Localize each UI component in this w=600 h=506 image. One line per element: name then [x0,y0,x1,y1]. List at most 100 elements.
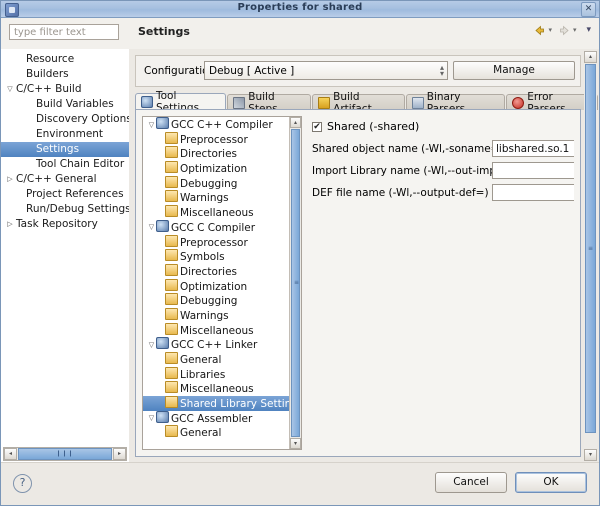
tool-tree-item-gcc-c-linker[interactable]: ▽ GCC C++ Linker [143,337,290,352]
scrollbar-thumb[interactable]: ≡ [585,64,596,433]
field-input[interactable] [492,184,574,201]
back-arrow-icon[interactable] [533,24,546,37]
manage-configurations-button[interactable]: Manage Configurations... [453,61,575,80]
tool-tree-item-debugging[interactable]: Debugging [143,175,290,191]
tab-build-artifact[interactable]: Build Artifact [312,91,405,115]
sidebar-item-label: C/C++ General [16,173,97,185]
tool-tree-item-label: Directories [180,265,238,278]
tool-settings-panel: ▽ GCC C++ Compiler Preprocessor Directories… [135,109,581,457]
tool-tree-item-warnings[interactable]: Warnings [143,190,290,205]
tool-tree-item-label: GCC Assembler [171,412,253,425]
tab-build-steps[interactable]: Build Steps [227,91,312,115]
tool-tree-item-gcc-c-compiler[interactable]: ▽ GCC C++ Compiler [143,117,290,132]
form-row: DEF file name (-Wl,--output-def=) [312,184,574,203]
folder-icon [165,352,178,364]
field-input[interactable]: libshared.so.1 [492,140,574,157]
tool-tree-item-preprocessor[interactable]: Preprocessor [143,131,290,147]
folder-icon [165,381,178,394]
scrollbar-thumb[interactable]: ❙❙❙ [18,448,112,460]
expand-twisty-icon[interactable]: ▽ [5,82,15,97]
tool-tree-item-label: General [180,354,222,366]
tool-tree-item-directories[interactable]: Directories [143,263,290,279]
cancel-button[interactable]: Cancel [435,472,507,493]
sidebar-item-settings[interactable]: Settings [1,142,129,157]
sidebar-horizontal-scrollbar[interactable]: ◂ ❙❙❙ ▸ [3,447,127,461]
expand-twisty-icon[interactable]: ▷ [5,172,15,187]
tool-tree-item-optimization[interactable]: Optimization [143,278,290,294]
expand-twisty-icon[interactable]: ▽ [147,118,156,133]
scroll-right-icon[interactable]: ▸ [113,448,126,460]
expand-twisty-icon[interactable]: ▷ [5,217,15,232]
field-input[interactable] [492,162,574,179]
tool-tree-vertical-scrollbar[interactable]: ▴ ≡ ▾ [289,117,301,449]
tool-tree-item-gcc-c-compiler[interactable]: ▽ GCC C Compiler [143,219,290,235]
tool-tree-item-warnings[interactable]: Warnings [143,307,290,323]
scroll-up-icon[interactable]: ▴ [290,117,301,128]
tool-tree-item-miscellaneous[interactable]: Miscellaneous [143,381,290,396]
tool-tree-item-debugging[interactable]: Debugging [143,293,290,308]
tool-tree-item-label: Preprocessor [180,236,248,249]
scroll-down-icon[interactable]: ▾ [290,438,301,449]
tool-tree-item-symbols[interactable]: Symbols [143,249,290,264]
sidebar-item-run-debug-settings[interactable]: Run/Debug Settings [1,202,129,217]
tool-tree-item-general[interactable]: General [143,352,290,367]
tool-tree-item-label: GCC C++ Compiler [171,119,273,131]
tool-tree-item-miscellaneous[interactable]: Miscellaneous [143,322,290,338]
sidebar-item-environment[interactable]: Environment [1,127,129,142]
expand-twisty-icon[interactable]: ▽ [147,338,156,353]
scroll-left-icon[interactable]: ◂ [4,448,17,460]
tool-settings-icon [141,95,153,108]
spinner-down-icon[interactable]: ▾ [440,70,444,78]
configuration-combo[interactable]: Debug [ Active ] ▴ ▾ [204,61,448,80]
sidebar-item-task-repository[interactable]: ▷ Task Repository [1,217,129,232]
folder-icon [165,146,178,159]
close-icon[interactable]: ✕ [581,2,596,17]
tool-tree-item-gcc-assembler[interactable]: ▽ GCC Assembler [143,410,290,426]
sidebar-item-build-variables[interactable]: Build Variables [1,97,129,112]
view-menu-chevron-icon[interactable]: ▾ [586,24,591,37]
sidebar-item-c-c-build[interactable]: ▽ C/C++ Build [1,82,129,97]
settings-category-tree[interactable]: Resource Builders ▽ C/C++ Build Build Variab… [1,49,130,463]
tool-icon [156,219,169,232]
help-icon[interactable]: ? [13,474,32,493]
sidebar-item-c-c-general[interactable]: ▷ C/C++ General [1,172,129,187]
sidebar-item-resource[interactable]: Resource [1,52,129,67]
tool-tree-item-general[interactable]: General [143,425,290,440]
tool-tree-item-preprocessor[interactable]: Preprocessor [143,234,290,250]
dialog-header: type filter text Settings ▾ ▾ ▾ [1,18,599,50]
scroll-up-icon[interactable]: ▴ [584,51,597,63]
tool-tree-item-label: Warnings [180,309,229,322]
scrollbar-thumb[interactable]: ≡ [291,129,300,437]
shared-checkbox-label: Shared (-shared) [327,120,420,133]
pane-vertical-scrollbar[interactable]: ▴ ≡ ▾ [584,51,597,461]
back-dropdown-chevron-icon[interactable]: ▾ [548,24,552,37]
tab-binary-parsers[interactable]: Binary Parsers [405,91,506,115]
sidebar-item-label: Task Repository [16,218,98,230]
shared-checkbox-row[interactable]: Shared (-shared) [312,120,419,133]
tool-tree-item-label: Debugging [180,177,238,190]
expand-twisty-icon[interactable]: ▽ [147,411,156,426]
sidebar-item-label: Run/Debug Settings [26,203,130,215]
tool-tree-item-directories[interactable]: Directories [143,146,290,161]
shared-checkbox[interactable] [312,121,322,133]
sidebar-item-discovery-options[interactable]: Discovery Options [1,112,129,127]
tool-tree-item-miscellaneous[interactable]: Miscellaneous [143,205,290,220]
tool-tree-item-label: General [180,427,222,440]
folder-icon [165,190,178,203]
scroll-down-icon[interactable]: ▾ [584,449,597,461]
filter-input[interactable]: type filter text [9,24,119,40]
tab-tool-settings[interactable]: Tool Settings [135,90,227,114]
tool-tree-panel[interactable]: ▽ GCC C++ Compiler Preprocessor Directories… [142,116,302,450]
sidebar-item-project-references[interactable]: Project References [1,187,129,202]
tool-tree-item-label: Shared Library Settings [180,398,290,411]
sidebar-item-tool-chain-editor[interactable]: Tool Chain Editor [1,157,129,172]
tool-tree-item-shared-library-settings[interactable]: Shared Library Settings [143,396,290,411]
expand-twisty-icon[interactable]: ▽ [147,220,156,235]
tab-strip: Tool SettingsBuild StepsBuild ArtifactBi… [135,90,599,115]
sidebar-item-builders[interactable]: Builders [1,67,129,82]
form-row: Shared object name (-Wl,-soname=) libshar… [312,140,574,159]
ok-button[interactable]: OK [515,472,587,493]
tool-tree-item-optimization[interactable]: Optimization [143,161,290,176]
tool-tree-item-libraries[interactable]: Libraries [143,366,290,382]
binary-parser-icon [411,96,424,109]
